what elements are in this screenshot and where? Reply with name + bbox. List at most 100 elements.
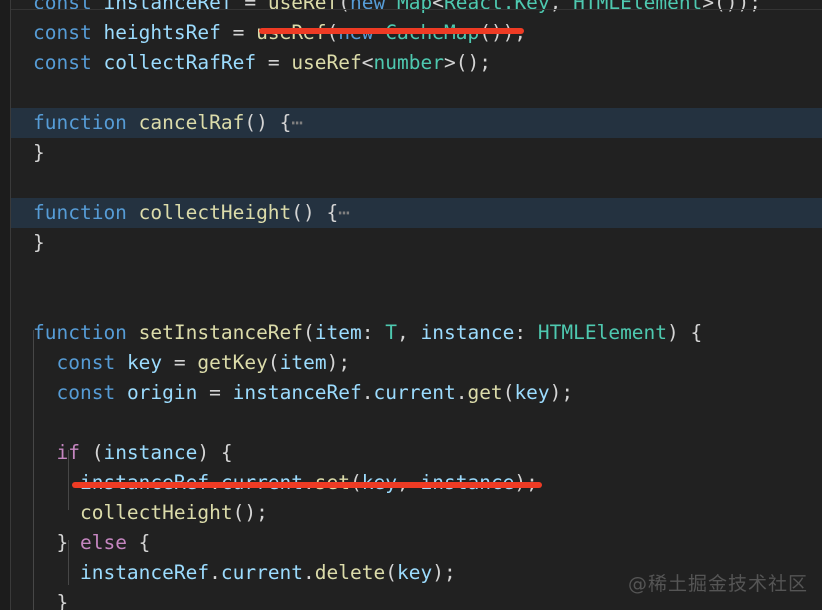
code-editor[interactable]: const x = useRef();const instanceRef = u… xyxy=(0,0,822,610)
code-token: collectHeight xyxy=(79,501,233,524)
annotation-underline xyxy=(72,482,542,488)
code-line[interactable]: const origin = instanceRef.current.get(k… xyxy=(11,378,822,408)
annotation-underline xyxy=(259,28,524,34)
code-token: cancelRaf xyxy=(138,111,245,134)
code-line[interactable]: } xyxy=(11,228,822,258)
code-token: current xyxy=(220,561,304,584)
code-token: ); xyxy=(549,381,574,404)
code-line[interactable]: if (instance) { xyxy=(11,438,822,468)
code-token: key xyxy=(514,381,550,404)
code-line[interactable]: } xyxy=(11,138,822,168)
code-token: ) { xyxy=(667,321,703,344)
code-line[interactable] xyxy=(11,408,822,438)
code-line[interactable] xyxy=(11,258,822,288)
code-token: { xyxy=(126,531,151,554)
code-token: ); xyxy=(432,561,456,584)
code-token: : xyxy=(514,321,538,344)
code-token: < xyxy=(432,0,444,14)
code-token: = xyxy=(232,0,268,14)
code-token: key xyxy=(397,561,433,584)
code-token: heightsRef xyxy=(103,21,221,44)
code-token: item xyxy=(279,351,327,374)
code-token: origin xyxy=(126,381,198,404)
code-line[interactable]: function collectHeight() {⋯ xyxy=(11,198,822,228)
code-token: collectHeight xyxy=(138,201,292,224)
code-token: . xyxy=(455,381,468,404)
code-token: number xyxy=(373,51,444,74)
code-line[interactable]: const key = getKey(item); xyxy=(11,348,822,378)
code-line[interactable] xyxy=(11,168,822,198)
code-token: getKey xyxy=(197,351,268,374)
code-token: else xyxy=(79,531,127,554)
code-line[interactable] xyxy=(11,288,822,318)
code-token: instanceRef xyxy=(232,381,362,404)
code-token: . xyxy=(361,381,374,404)
code-token: . xyxy=(209,561,221,584)
code-token: HTMLElement xyxy=(537,321,668,344)
code-token: instanceRef xyxy=(103,0,233,14)
code-token: = xyxy=(162,351,198,374)
code-token: . xyxy=(303,561,315,584)
code-token: function xyxy=(33,321,127,344)
top-divider xyxy=(11,9,822,10)
code-token: const xyxy=(56,351,116,374)
code-token: , xyxy=(549,0,574,14)
code-token: } xyxy=(33,591,69,610)
code-token: delete xyxy=(314,561,386,584)
code-token: } xyxy=(33,531,80,554)
code-token: instanceRef xyxy=(79,561,210,584)
code-token: ( xyxy=(502,381,515,404)
editor-gutter xyxy=(0,0,10,610)
code-token: instance xyxy=(420,321,515,344)
code-token: >()); xyxy=(702,0,761,14)
code-token: = xyxy=(197,381,233,404)
code-content[interactable]: const x = useRef();const instanceRef = u… xyxy=(11,0,822,610)
code-token: function xyxy=(33,201,127,224)
code-token: >(); xyxy=(443,51,491,74)
code-line[interactable]: function setInstanceRef(item: T, instanc… xyxy=(11,318,822,348)
code-token: const xyxy=(56,381,116,404)
code-token: const xyxy=(33,21,92,44)
code-token: < xyxy=(361,51,374,74)
code-token: HTMLElement xyxy=(573,0,703,14)
code-token: const xyxy=(33,51,92,74)
code-token: const xyxy=(33,0,92,14)
code-token: new xyxy=(350,0,386,14)
code-token: ); xyxy=(326,351,351,374)
code-line[interactable] xyxy=(11,78,822,108)
code-token: ( xyxy=(385,561,397,584)
code-token: setInstanceRef xyxy=(138,321,304,344)
code-token: : xyxy=(361,321,386,344)
code-token: function xyxy=(33,111,127,134)
code-line[interactable]: function cancelRaf() {⋯ xyxy=(11,108,822,138)
code-token: } xyxy=(33,141,45,164)
code-token: ) { xyxy=(197,441,233,464)
code-token: ( xyxy=(79,441,104,464)
code-token: React.Key xyxy=(444,0,550,14)
code-token: collectRafRef xyxy=(103,51,257,74)
code-token: instance xyxy=(103,441,198,464)
code-token: useRef xyxy=(291,51,362,74)
code-line[interactable]: } else { xyxy=(11,528,822,558)
folded-region-marker[interactable]: ⋯ xyxy=(291,111,304,134)
code-line[interactable]: const collectRafRef = useRef<number>(); xyxy=(11,48,822,78)
folded-region-marker[interactable]: ⋯ xyxy=(338,201,351,224)
code-token: key xyxy=(126,351,163,374)
code-token: ( xyxy=(267,351,280,374)
code-token: ( xyxy=(303,321,315,344)
code-token: current xyxy=(373,381,456,404)
code-token: get xyxy=(467,381,503,404)
code-line[interactable]: collectHeight(); xyxy=(11,498,822,528)
code-token: useRef xyxy=(267,0,339,14)
